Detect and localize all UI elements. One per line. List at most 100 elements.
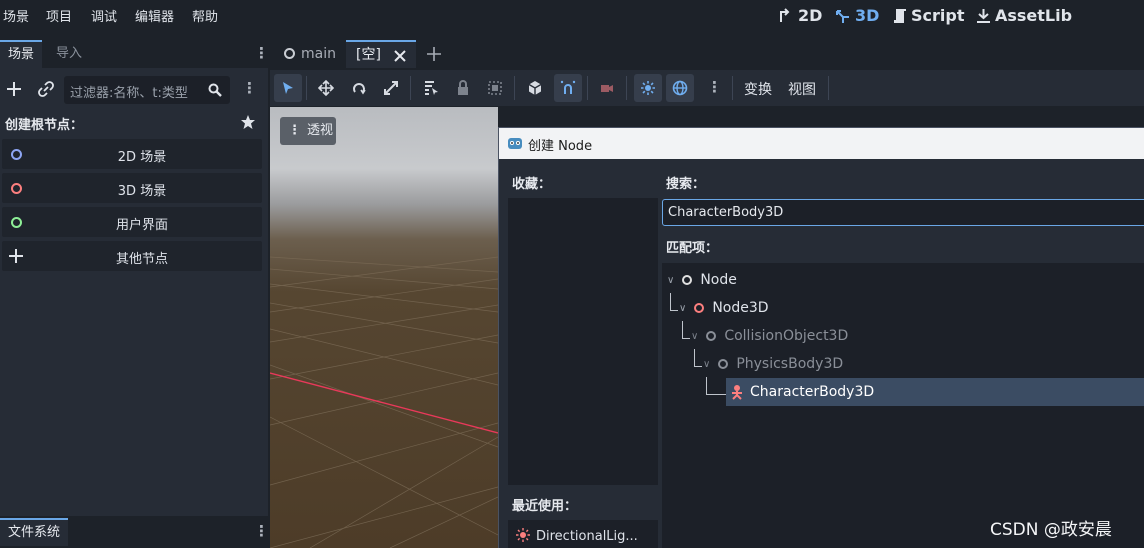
view-menu[interactable]: 视图: [788, 79, 816, 99]
scene-tools-menu-icon[interactable]: ⋮: [242, 79, 257, 97]
link-icon[interactable]: [38, 81, 54, 97]
filter-placeholder: 过滤器:名称、t:类型: [70, 86, 188, 101]
node-icon: [682, 275, 693, 285]
recent-list[interactable]: DirectionalLig...: [508, 520, 658, 548]
node-search-input[interactable]: CharacterBody3D: [662, 199, 1144, 226]
scene-tab-main[interactable]: main: [274, 40, 342, 68]
favorites-list[interactable]: [508, 198, 658, 485]
physics-body-icon: [718, 359, 729, 369]
mode-script-button[interactable]: Script: [893, 6, 964, 25]
other-node-label: 其他节点: [115, 252, 168, 267]
create-3d-scene-label: 3D 场景: [117, 184, 167, 199]
chevron-down-icon[interactable]: ∨: [691, 331, 698, 342]
chevron-down-icon[interactable]: ∨: [679, 303, 686, 314]
filesystem-dock-bar: 文件系统 ⋮: [0, 516, 269, 548]
matches-label: 匹配项：: [666, 241, 719, 256]
group-button[interactable]: [481, 74, 509, 102]
mode-3d-label: 3D: [855, 6, 880, 25]
group-icon: [488, 81, 502, 95]
create-2d-scene-button[interactable]: 2D 场景: [2, 139, 262, 169]
recent-item-label: DirectionalLig...: [536, 529, 638, 544]
scene-tab-empty-label: [空]: [356, 47, 381, 63]
tree-item-label: Node3D: [712, 300, 769, 316]
dock-menu-icon[interactable]: ⋮: [254, 44, 269, 62]
mode-2d-button[interactable]: 2D: [778, 6, 822, 25]
scene-tab-empty[interactable]: [空]: [346, 40, 416, 68]
tree-item-collisionobject3d[interactable]: ∨ CollisionObject3D: [691, 323, 848, 349]
tab-import[interactable]: 导入: [48, 40, 90, 68]
search-icon: [208, 83, 222, 97]
chevron-down-icon[interactable]: ∨: [703, 359, 710, 370]
dialog-title: 创建 Node: [528, 139, 593, 154]
tree-item-physicsbody3d[interactable]: ∨ PhysicsBody3D: [703, 351, 843, 377]
3d-icon: [836, 9, 849, 23]
tab-scene[interactable]: 场景: [0, 40, 43, 68]
favorite-star-icon[interactable]: [240, 114, 256, 130]
filter-input[interactable]: 过滤器:名称、t:类型: [64, 76, 230, 104]
scene-tab-main-label: main: [301, 46, 336, 62]
toggle-environment-button[interactable]: [666, 74, 694, 102]
menu-project[interactable]: 项目: [46, 6, 72, 25]
toolbar-separator: [410, 76, 411, 100]
menu-help[interactable]: 帮助: [192, 6, 218, 25]
tree-item-label: PhysicsBody3D: [736, 356, 844, 372]
tree-item-node[interactable]: ∨ Node: [667, 267, 737, 293]
snap-button[interactable]: [554, 74, 582, 102]
favorites-label: 收藏：: [512, 177, 552, 192]
chevron-down-icon[interactable]: ∨: [667, 275, 674, 286]
viewport-toolbar: ⋮ 变换 视图: [270, 70, 1144, 106]
close-tab-icon[interactable]: [394, 50, 406, 62]
create-2d-scene-label: 2D 场景: [117, 150, 167, 165]
tree-line: [682, 338, 690, 339]
scale-mode-button[interactable]: [377, 74, 405, 102]
script-icon: [894, 8, 906, 23]
tree-item-node3d[interactable]: ∨ Node3D: [679, 295, 769, 321]
recent-item[interactable]: DirectionalLig...: [508, 520, 658, 548]
viewport-menu-icon: ⋮: [288, 123, 301, 138]
scene-dock-tabs: 场景 导入 ⋮: [0, 40, 269, 68]
menu-scene[interactable]: 场景: [3, 6, 29, 25]
other-node-button[interactable]: 其他节点: [2, 241, 262, 271]
rotate-mode-button[interactable]: [345, 74, 373, 102]
list-select-icon: [425, 81, 438, 95]
tree-line: [706, 394, 726, 395]
camera-preview-button[interactable]: [593, 74, 621, 102]
select-arrow-icon: [283, 82, 293, 94]
transform-menu[interactable]: 变换: [744, 79, 772, 99]
perspective-button[interactable]: ⋮ 透视: [280, 117, 336, 145]
menu-debug[interactable]: 调试: [91, 6, 117, 25]
toolbar-separator: [626, 76, 627, 100]
tree-line: [682, 321, 683, 338]
tab-filesystem[interactable]: 文件系统: [0, 518, 69, 546]
create-ui-button[interactable]: 用户界面: [2, 207, 262, 237]
godot-logo-icon: [508, 138, 522, 149]
create-3d-scene-button[interactable]: 3D 场景: [2, 173, 262, 203]
filesystem-menu-icon[interactable]: ⋮: [254, 522, 269, 540]
menu-editor[interactable]: 编辑器: [135, 6, 174, 25]
dialog-titlebar[interactable]: 创建 Node: [499, 128, 1144, 159]
environment-menu-icon[interactable]: ⋮: [707, 78, 722, 96]
toolbar-separator: [514, 76, 515, 100]
tree-item-characterbody3d[interactable]: CharacterBody3D: [730, 379, 874, 405]
create-node-dialog: 创建 Node 收藏： 最近使用： DirectionalLig... 搜索： …: [498, 127, 1144, 548]
toggle-sun-button[interactable]: [634, 74, 662, 102]
tree-line: [706, 377, 707, 394]
tree-item-label: CollisionObject3D: [724, 328, 849, 344]
add-node-icon[interactable]: [6, 81, 22, 97]
tree-line: [670, 310, 678, 311]
move-icon: [318, 80, 334, 96]
add-scene-tab-icon[interactable]: [427, 47, 441, 61]
mode-assetlib-button[interactable]: AssetLib: [976, 6, 1072, 25]
local-space-button[interactable]: [521, 74, 549, 102]
x-axis-line: [270, 372, 498, 434]
collision-object-icon: [706, 331, 717, 341]
camera-icon: [601, 85, 613, 92]
matches-tree: ∨ Node ∨ Node3D ∨ CollisionObject3D ∨ Ph…: [662, 263, 1144, 548]
select-mode-button[interactable]: [274, 74, 302, 102]
lock-button[interactable]: [449, 74, 477, 102]
move-mode-button[interactable]: [312, 74, 340, 102]
mode-3d-button[interactable]: 3D: [835, 6, 879, 25]
list-select-button[interactable]: [417, 74, 445, 102]
watermark-text: CSDN @政安晨: [990, 520, 1112, 540]
3d-viewport[interactable]: ⋮ 透视: [270, 107, 498, 548]
